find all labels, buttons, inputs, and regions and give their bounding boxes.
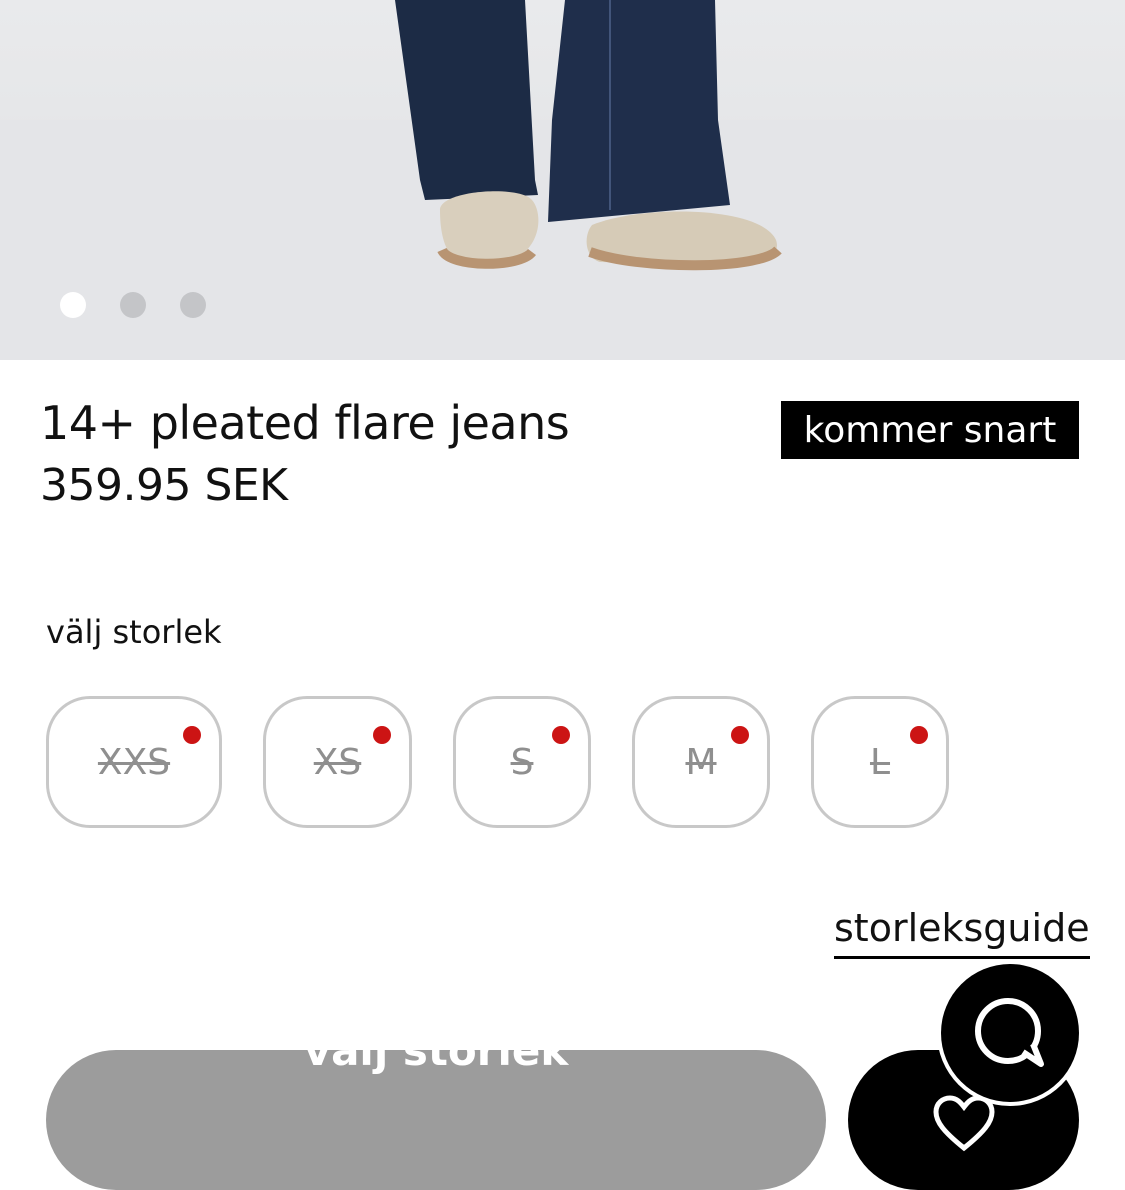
carousel-dots [60, 292, 206, 318]
size-label: L [869, 741, 891, 783]
size-label: XS [313, 741, 362, 783]
size-label: M [685, 741, 717, 783]
notify-dot-icon [731, 726, 749, 744]
carousel-dot[interactable] [180, 292, 206, 318]
coming-soon-badge: kommer snart [781, 401, 1079, 459]
product-title: 14+ pleated flare jeans [40, 396, 570, 450]
size-label: S [510, 741, 534, 783]
carousel-dot[interactable] [60, 292, 86, 318]
size-option-l[interactable]: L [811, 696, 949, 828]
chat-bubble-icon [975, 998, 1044, 1067]
notify-dot-icon [910, 726, 928, 744]
size-selector-label: välj storlek [46, 613, 222, 651]
size-option-m[interactable]: M [632, 696, 770, 828]
product-image-carousel[interactable] [0, 0, 1125, 360]
size-guide-link[interactable]: storleksguide [834, 906, 1090, 959]
add-button-label: välj storlek [303, 1026, 569, 1075]
add-to-cart-button[interactable]: välj storlek [46, 1026, 826, 1190]
notify-dot-icon [373, 726, 391, 744]
chat-button[interactable] [941, 964, 1079, 1102]
notify-dot-icon [183, 726, 201, 744]
size-label: XXS [97, 741, 171, 783]
notify-dot-icon [552, 726, 570, 744]
size-option-s[interactable]: S [453, 696, 591, 828]
carousel-dot[interactable] [120, 292, 146, 318]
product-price: 359.95 SEK [40, 460, 288, 511]
size-option-xxs[interactable]: XXS [46, 696, 222, 828]
size-option-xs[interactable]: XS [263, 696, 412, 828]
heart-icon [933, 1095, 995, 1152]
